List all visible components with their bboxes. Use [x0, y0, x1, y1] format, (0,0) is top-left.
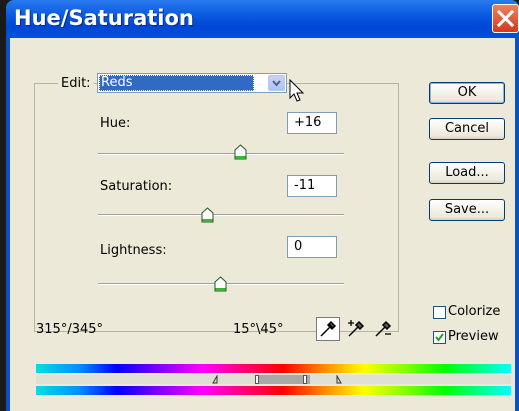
falloff-handle-left[interactable]: [212, 375, 218, 384]
eyedropper-plus-button[interactable]: [344, 317, 368, 341]
range-handle-right[interactable]: [303, 375, 307, 384]
range-left-readout: 315°/345°: [36, 322, 104, 337]
close-icon: [496, 9, 515, 28]
dialog-body: Edit: Reds Hue: +16 Saturation: -11 Ligh…: [10, 38, 515, 411]
range-selector-bar[interactable]: [36, 375, 511, 384]
dropdown-button[interactable]: [268, 75, 285, 91]
preview-label: Preview: [448, 329, 499, 344]
ok-button[interactable]: OK: [429, 82, 505, 104]
edit-group-box: [34, 83, 399, 332]
hue-slider-thumb[interactable]: [234, 144, 247, 160]
hue-slider-track[interactable]: [98, 153, 344, 155]
range-handle-left[interactable]: [255, 375, 259, 384]
result-spectrum-bar: [36, 386, 511, 395]
dialog-title: Hue/Saturation: [14, 6, 194, 30]
edit-label: Edit:: [58, 76, 94, 91]
lightness-label: Lightness:: [100, 243, 167, 258]
edit-channel-select[interactable]: Reds: [97, 73, 287, 93]
saturation-label: Saturation:: [100, 179, 173, 194]
load-button[interactable]: Load...: [429, 162, 505, 184]
saturation-input[interactable]: -11: [287, 175, 337, 197]
eyedropper-icon: [320, 320, 337, 337]
lightness-input[interactable]: 0: [287, 236, 337, 258]
cancel-button[interactable]: Cancel: [429, 118, 505, 140]
hue-label: Hue:: [100, 116, 131, 131]
eyedropper-button[interactable]: [316, 317, 340, 341]
range-center: [255, 375, 310, 384]
hue-input[interactable]: +16: [287, 112, 337, 134]
saturation-slider-thumb[interactable]: [201, 207, 214, 223]
preview-checkbox[interactable]: [433, 331, 446, 344]
colorize-checkbox[interactable]: [433, 306, 446, 319]
eyedropper-minus-button[interactable]: [371, 317, 395, 341]
edit-channel-value: Reds: [99, 75, 254, 91]
mouse-cursor-icon: [289, 79, 305, 102]
colorize-label: Colorize: [448, 304, 501, 319]
checkmark-icon: [435, 333, 444, 342]
chevron-down-icon: [272, 80, 281, 87]
range-right-readout: 15°\45°: [233, 322, 284, 337]
eyedropper-minus-icon: [375, 320, 392, 337]
saturation-slider-track[interactable]: [98, 214, 344, 216]
close-button[interactable]: [492, 4, 519, 33]
falloff-handle-right[interactable]: [336, 375, 342, 384]
title-bar[interactable]: Hue/Saturation: [6, 0, 519, 38]
lightness-slider-thumb[interactable]: [214, 276, 227, 292]
eyedropper-plus-icon: [348, 320, 365, 337]
source-spectrum-bar: [36, 364, 511, 373]
save-button[interactable]: Save...: [429, 199, 505, 221]
dialog-window: Hue/Saturation Edit: Reds Hue: +16 Satur…: [6, 0, 519, 411]
